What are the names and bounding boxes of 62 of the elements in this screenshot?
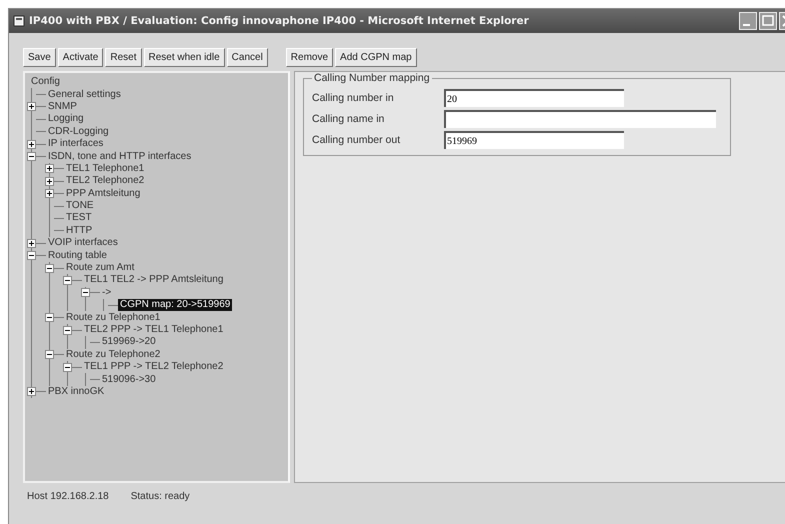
- collapse-icon[interactable]: [45, 350, 54, 360]
- collapse-icon[interactable]: [27, 152, 36, 162]
- fieldset-legend: Calling Number mapping: [312, 72, 432, 84]
- input-field[interactable]: 20: [444, 89, 624, 107]
- expand-icon[interactable]: [27, 238, 36, 248]
- tree-item[interactable]: 519969->20: [100, 336, 158, 348]
- tree-item[interactable]: TEL1 Telephone1: [64, 162, 146, 175]
- host-text: Host 192.168.2.18: [27, 491, 109, 502]
- tree-item[interactable]: ->: [100, 286, 114, 299]
- input-field[interactable]: [444, 110, 716, 128]
- tree-item[interactable]: General settings: [46, 88, 123, 101]
- toolbar-button[interactable]: Save: [23, 48, 56, 67]
- collapse-icon[interactable]: [63, 362, 72, 372]
- window-title: IP400 with PBX / Evaluation: Config innovaphone IP400 - Microsoft Internet Explorer: [29, 15, 530, 27]
- tree-item[interactable]: PPP Amtsleitung: [64, 188, 142, 200]
- tree-item[interactable]: TEL2 PPP -> TEL1 Telephone1: [82, 324, 226, 336]
- tree-item[interactable]: ISDN, tone and HTTP interfaces: [46, 150, 194, 163]
- tree-item[interactable]: PBX innoGK: [46, 386, 106, 398]
- toolbar-button[interactable]: Cancel: [226, 48, 268, 67]
- tree-item[interactable]: TONE: [64, 200, 96, 212]
- tree-item[interactable]: Route zu Telephone2: [64, 348, 162, 361]
- tree-item[interactable]: Logging: [46, 113, 86, 126]
- tree-item[interactable]: Config: [29, 76, 62, 88]
- tree-item[interactable]: CDR-Logging: [46, 126, 111, 138]
- maximize-icon[interactable]: [759, 12, 777, 30]
- expand-icon[interactable]: [45, 176, 54, 186]
- tree-item[interactable]: Route zum Amt: [64, 262, 136, 274]
- expand-icon[interactable]: [45, 164, 54, 174]
- toolbar-button[interactable]: Remove: [286, 48, 334, 67]
- toolbar-button[interactable]: Reset when idle: [144, 48, 225, 67]
- tree-item[interactable]: Routing table: [46, 250, 109, 262]
- status-text: Status: ready: [130, 491, 190, 502]
- collapse-icon[interactable]: [27, 251, 36, 260]
- field-label: Calling number in: [312, 92, 395, 104]
- tree-item[interactable]: HTTP: [64, 224, 94, 237]
- field-label: Calling name in: [312, 113, 386, 125]
- toolbar-button[interactable]: Add CGPN map: [335, 48, 417, 67]
- collapse-icon[interactable]: [81, 288, 90, 298]
- collapse-icon[interactable]: [45, 313, 54, 322]
- expand-icon[interactable]: [27, 140, 36, 149]
- tree-item[interactable]: Route zu Telephone1: [64, 312, 162, 324]
- tree-item[interactable]: IP interfaces: [46, 138, 106, 150]
- tree-item[interactable]: VOIP interfaces: [46, 237, 120, 250]
- expand-icon[interactable]: [45, 189, 54, 198]
- tree-item[interactable]: 519096->30: [100, 374, 158, 386]
- tree-item[interactable]: TEL1 TEL2 -> PPP Amtsleitung: [82, 274, 226, 286]
- selected-tree-item[interactable]: CGPN map: 20->519969: [118, 299, 232, 312]
- page-icon: [13, 15, 25, 27]
- collapse-icon[interactable]: [63, 276, 72, 285]
- toolbar-button[interactable]: Activate: [58, 48, 104, 67]
- expand-icon[interactable]: [27, 102, 36, 112]
- minimize-icon[interactable]: [739, 12, 757, 30]
- collapse-icon[interactable]: [45, 264, 54, 273]
- field-label: Calling number out: [312, 134, 402, 146]
- toolbar-button[interactable]: Reset: [105, 48, 142, 67]
- tree-item[interactable]: TEST: [64, 212, 94, 224]
- tree-item[interactable]: TEL2 Telephone2: [64, 175, 146, 188]
- input-field[interactable]: 519969: [444, 131, 624, 149]
- tree-item[interactable]: TEL1 PPP -> TEL2 Telephone2: [82, 361, 226, 374]
- tree-item[interactable]: SNMP: [46, 100, 79, 113]
- expand-icon[interactable]: [27, 387, 36, 396]
- collapse-icon[interactable]: [63, 326, 72, 334]
